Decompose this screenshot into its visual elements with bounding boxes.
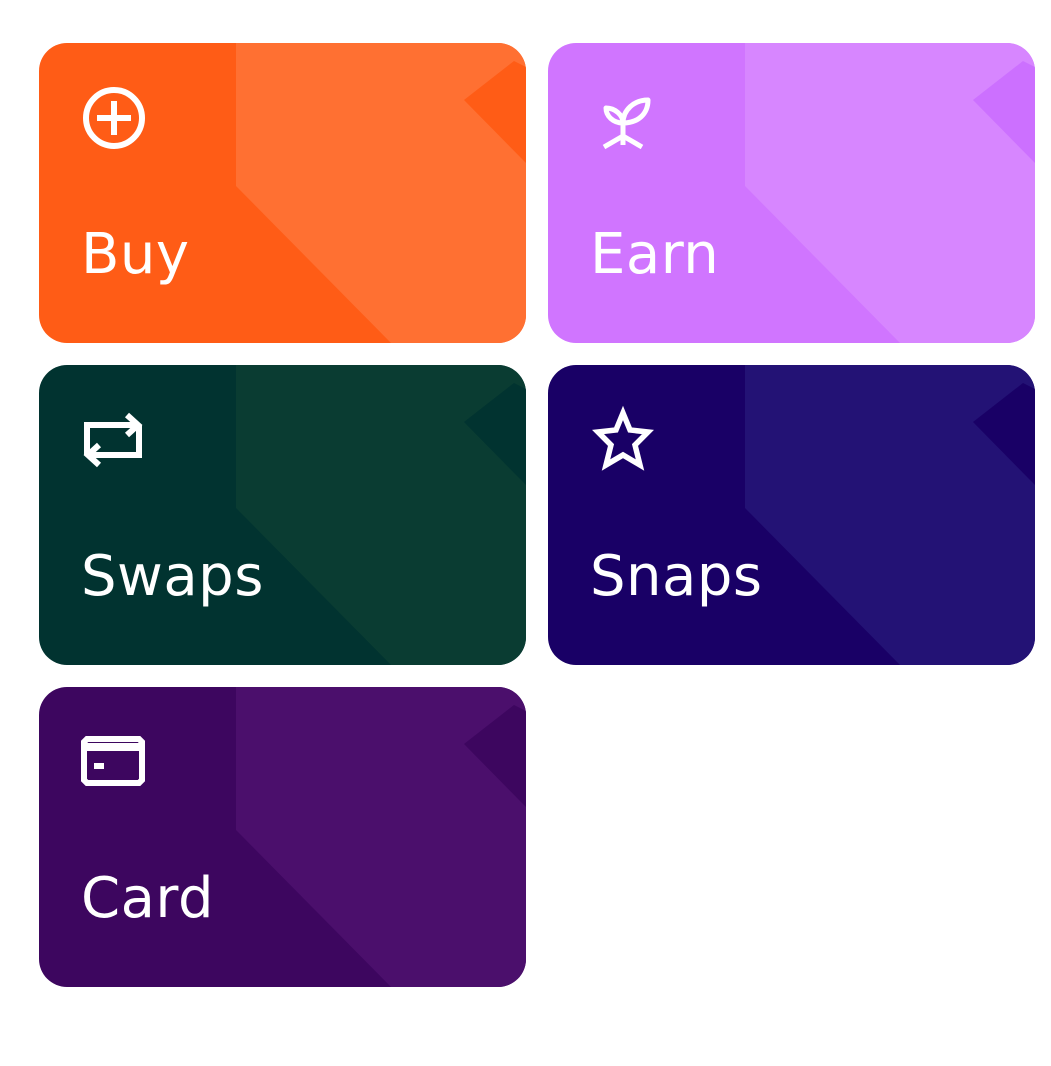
swaps-tile[interactable]: Swaps	[39, 365, 526, 665]
card-tile[interactable]: Card	[39, 687, 526, 987]
feature-tiles-grid: Buy Earn Swaps Snaps Card	[39, 43, 1035, 987]
star-outline-icon	[588, 405, 658, 475]
snaps-tile[interactable]: Snaps	[548, 365, 1035, 665]
credit-card-icon	[79, 727, 149, 797]
earn-tile[interactable]: Earn	[548, 43, 1035, 343]
card-label: Card	[81, 866, 215, 931]
swap-arrows-icon	[79, 405, 149, 475]
buy-tile[interactable]: Buy	[39, 43, 526, 343]
snaps-label: Snaps	[590, 544, 763, 609]
swaps-label: Swaps	[81, 544, 264, 609]
sprout-icon	[588, 83, 658, 153]
buy-label: Buy	[81, 222, 190, 287]
earn-label: Earn	[590, 222, 720, 287]
plus-circle-icon	[79, 83, 149, 153]
